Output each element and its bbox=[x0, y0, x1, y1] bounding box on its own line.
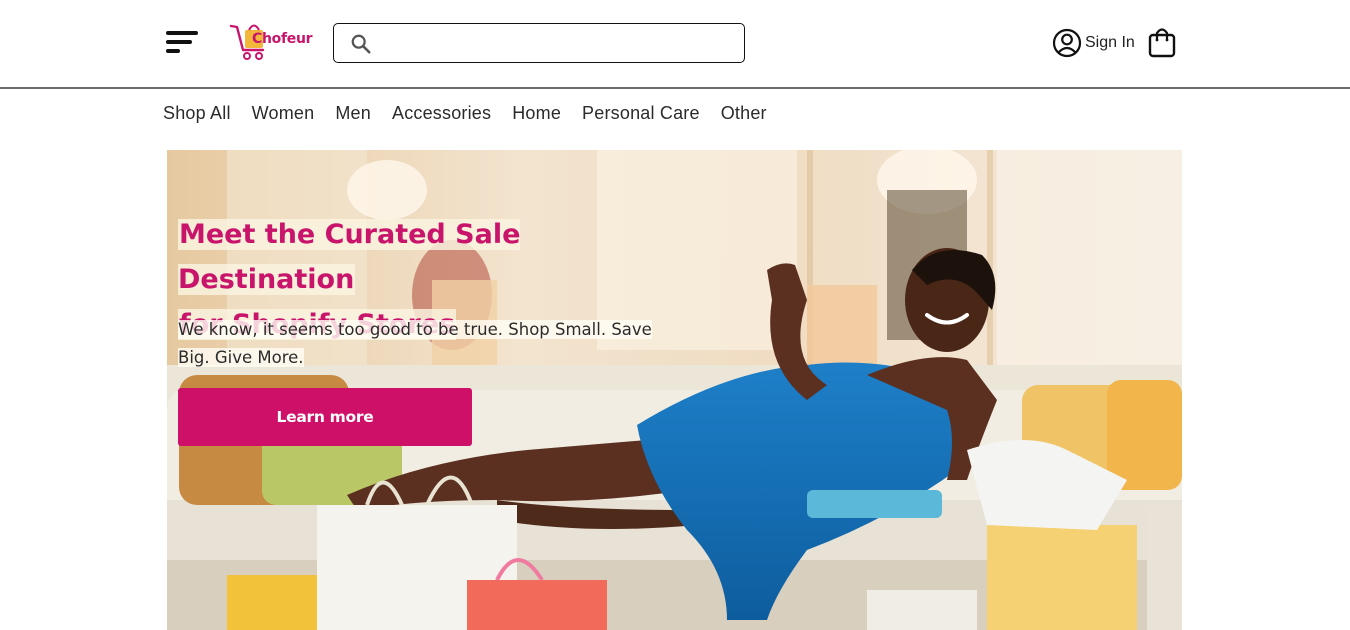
site-header: Chofeur Sign In bbox=[0, 0, 1350, 89]
hero-banner: Meet the Curated Sale Destination for Sh… bbox=[167, 150, 1182, 630]
menu-bar bbox=[166, 31, 198, 35]
search-box[interactable] bbox=[333, 23, 745, 63]
nav-women[interactable]: Women bbox=[252, 103, 315, 124]
menu-bar bbox=[166, 40, 192, 44]
sign-in-label: Sign In bbox=[1085, 34, 1135, 51]
search-icon bbox=[351, 34, 371, 54]
nav-personal-care[interactable]: Personal Care bbox=[582, 103, 700, 124]
nav-accessories[interactable]: Accessories bbox=[392, 103, 491, 124]
nav-home[interactable]: Home bbox=[512, 103, 561, 124]
logo-text[interactable]: Chofeur bbox=[252, 31, 313, 47]
nav-men[interactable]: Men bbox=[335, 103, 371, 124]
nav-shop-all[interactable]: Shop All bbox=[163, 103, 231, 124]
search-input[interactable] bbox=[382, 30, 732, 56]
sign-in-link[interactable]: Sign In bbox=[1052, 27, 1135, 59]
shopping-bag-icon[interactable] bbox=[1148, 26, 1176, 58]
user-circle-icon bbox=[1052, 28, 1082, 58]
menu-bar bbox=[166, 49, 180, 53]
hero-subtitle-line2: Big. Give More. bbox=[178, 348, 304, 367]
menu-icon[interactable] bbox=[166, 28, 200, 58]
learn-more-button[interactable]: Learn more bbox=[178, 388, 472, 446]
nav-other[interactable]: Other bbox=[721, 103, 767, 124]
hero-subtitle-line1: We know, it seems too good to be true. S… bbox=[178, 320, 652, 339]
hero-subtitle: We know, it seems too good to be true. S… bbox=[178, 316, 663, 372]
category-nav: Shop All Women Men Accessories Home Pers… bbox=[163, 103, 767, 124]
hero-title-line1: Meet the Curated Sale Destination bbox=[178, 219, 521, 295]
